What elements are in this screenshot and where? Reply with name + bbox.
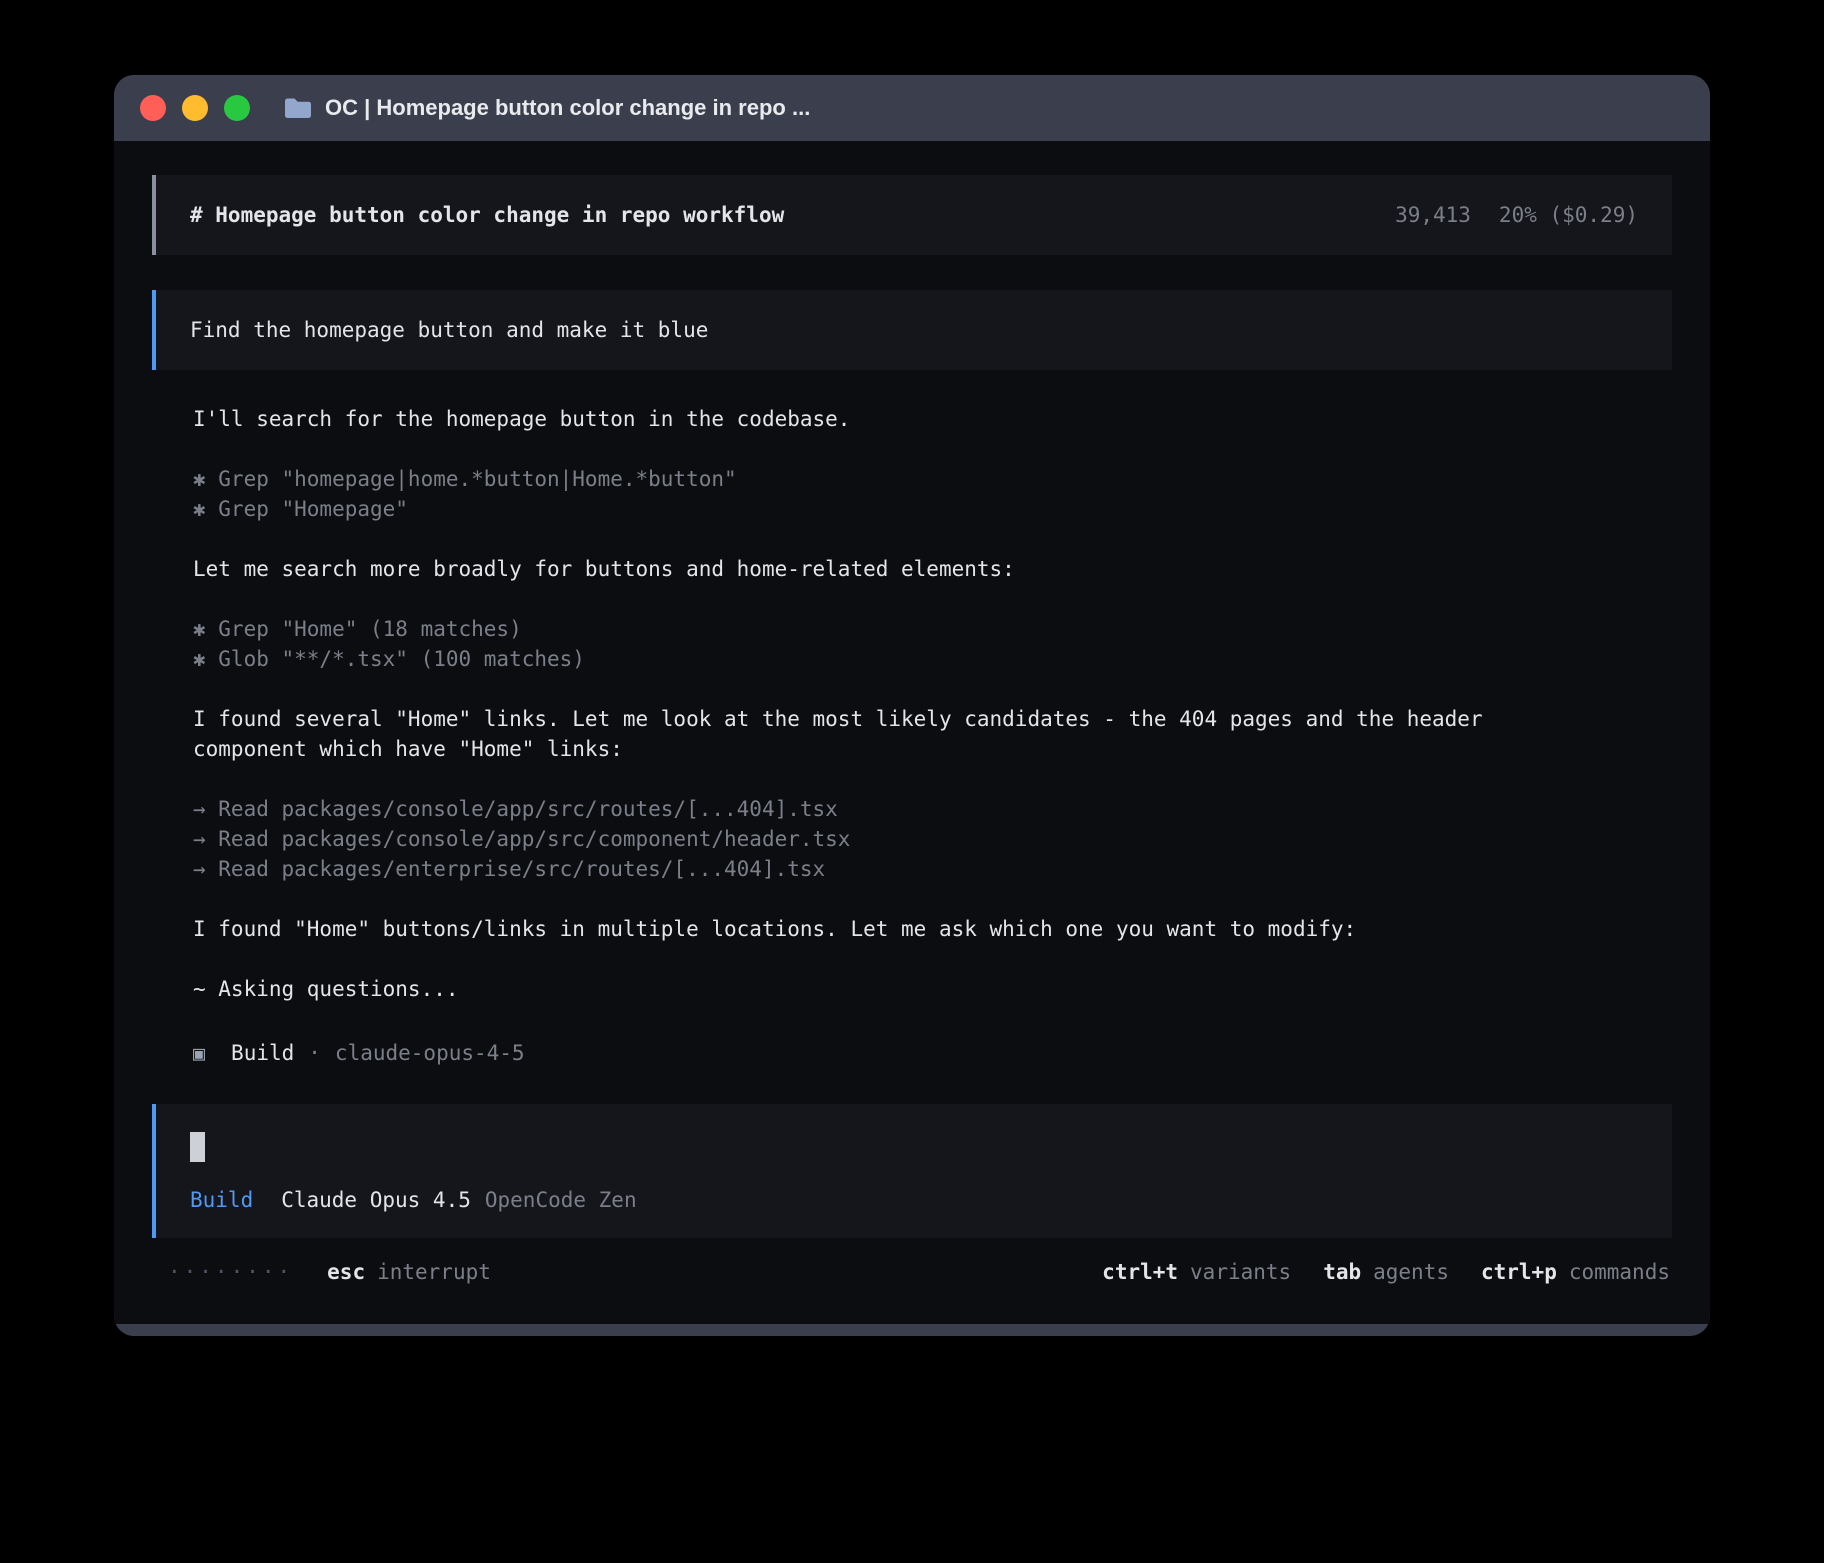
tool-call-read: → Read packages/console/app/src/routes/[… xyxy=(193,794,1672,824)
shortcut-label: commands xyxy=(1569,1260,1670,1284)
user-message: Find the homepage button and make it blu… xyxy=(152,290,1672,370)
tool-call-group: ✱ Grep "Home" (18 matches) ✱ Glob "**/*.… xyxy=(193,614,1672,674)
traffic-lights xyxy=(140,95,250,121)
shortcut-commands: ctrl+p commands xyxy=(1481,1260,1670,1284)
shortcut-label: variants xyxy=(1190,1260,1291,1284)
esc-key-label: interrupt xyxy=(377,1260,491,1284)
agent-mode-label[interactable]: Build xyxy=(190,1188,253,1212)
agent-model: claude-opus-4-5 xyxy=(335,1038,525,1068)
shortcut-variants: ctrl+t variants xyxy=(1102,1260,1291,1284)
tool-call-glob: ✱ Glob "**/*.tsx" (100 matches) xyxy=(193,644,1672,674)
session-stats: 39,413 20% ($0.29) xyxy=(1395,203,1638,227)
agent-status-line: ▣ Build · claude-opus-4-5 xyxy=(193,1038,1672,1068)
tool-call-grep: ✱ Grep "Home" (18 matches) xyxy=(193,614,1672,644)
shortcut-label: agents xyxy=(1373,1260,1449,1284)
context-usage: 20% ($0.29) xyxy=(1499,203,1638,227)
terminal-content: # Homepage button color change in repo w… xyxy=(114,141,1710,1324)
shortcut-agents: tab agents xyxy=(1323,1260,1449,1284)
tool-call-group: → Read packages/console/app/src/routes/[… xyxy=(193,794,1672,884)
agent-icon: ▣ xyxy=(193,1038,205,1068)
folder-icon xyxy=(284,97,311,119)
tool-call-grep: ✱ Grep "homepage|home.*button|Home.*butt… xyxy=(193,464,1672,494)
status-bar: ········ esc interrupt ctrl+t variants t… xyxy=(152,1260,1672,1284)
provider-label: OpenCode Zen xyxy=(485,1188,637,1212)
input-footer: Build Claude Opus 4.5 OpenCode Zen xyxy=(190,1188,1638,1212)
assistant-text: I'll search for the homepage button in t… xyxy=(193,404,1483,434)
text-cursor xyxy=(190,1132,205,1162)
shortcut-key: tab xyxy=(1323,1260,1361,1284)
agent-name: Build xyxy=(231,1038,294,1068)
esc-key-hint: esc xyxy=(327,1260,365,1284)
shortcut-key: ctrl+t xyxy=(1102,1260,1178,1284)
session-title: # Homepage button color change in repo w… xyxy=(190,203,784,227)
assistant-text: I found "Home" buttons/links in multiple… xyxy=(193,914,1483,944)
agent-separator: · xyxy=(308,1038,321,1068)
status-bar-right: ctrl+t variants tab agents ctrl+p comman… xyxy=(1102,1260,1670,1284)
status-bar-left: ········ esc interrupt xyxy=(168,1260,491,1284)
model-label: Claude Opus 4.5 xyxy=(281,1188,471,1212)
prompt-input[interactable]: Build Claude Opus 4.5 OpenCode Zen xyxy=(152,1104,1672,1238)
tool-call-read: → Read packages/console/app/src/componen… xyxy=(193,824,1672,854)
tool-call-read: → Read packages/enterprise/src/routes/[.… xyxy=(193,854,1672,884)
tool-call-grep: ✱ Grep "Homepage" xyxy=(193,494,1672,524)
tool-call-group: ✱ Grep "homepage|home.*button|Home.*butt… xyxy=(193,464,1672,524)
user-message-text: Find the homepage button and make it blu… xyxy=(190,318,708,342)
activity-dots: ········ xyxy=(168,1260,293,1284)
close-button[interactable] xyxy=(140,95,166,121)
token-count: 39,413 xyxy=(1395,203,1471,227)
assistant-status-text: ~ Asking questions... xyxy=(193,974,1483,1004)
terminal-window: OC | Homepage button color change in rep… xyxy=(114,75,1710,1336)
session-header: # Homepage button color change in repo w… xyxy=(152,175,1672,255)
window-title: OC | Homepage button color change in rep… xyxy=(325,95,810,121)
assistant-text: I found several "Home" links. Let me loo… xyxy=(193,704,1483,764)
transcript: I'll search for the homepage button in t… xyxy=(152,370,1672,1068)
shortcut-key: ctrl+p xyxy=(1481,1260,1557,1284)
minimize-button[interactable] xyxy=(182,95,208,121)
zoom-button[interactable] xyxy=(224,95,250,121)
titlebar[interactable]: OC | Homepage button color change in rep… xyxy=(114,75,1710,141)
assistant-text: Let me search more broadly for buttons a… xyxy=(193,554,1483,584)
